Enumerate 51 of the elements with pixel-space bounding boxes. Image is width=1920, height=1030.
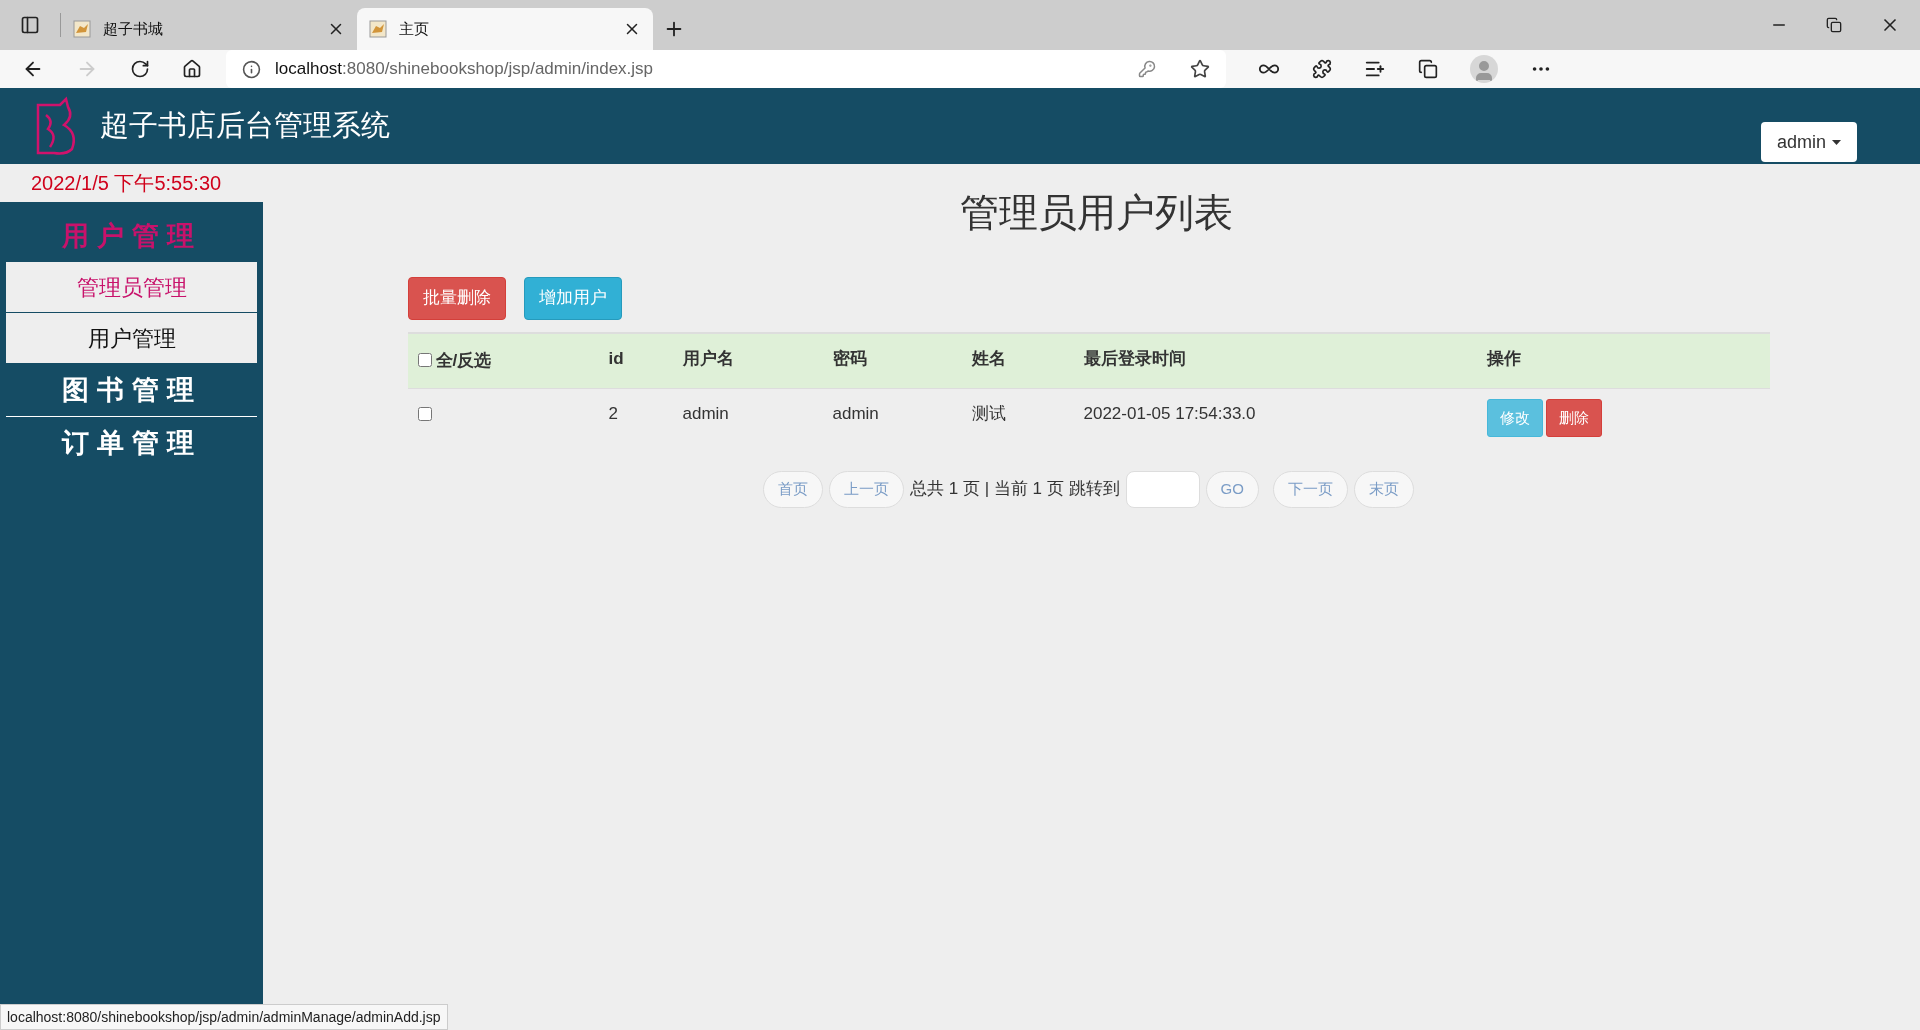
column-header: 姓名 bbox=[971, 348, 1006, 368]
sidebar-section[interactable]: 订单管理 bbox=[6, 417, 257, 469]
avatar-icon[interactable] bbox=[1470, 55, 1498, 83]
pagination-button[interactable]: 末页 bbox=[1353, 470, 1414, 508]
column-header: 用户名 bbox=[682, 348, 734, 368]
row-action-button[interactable]: 删除 bbox=[1545, 399, 1602, 437]
refresh-icon[interactable] bbox=[130, 59, 150, 79]
url-text: localhost:8080/shinebookshop/jsp/admin/index.jsp bbox=[275, 58, 655, 81]
table-cell: admin bbox=[832, 404, 879, 423]
row-action-button[interactable]: 修改 bbox=[1486, 399, 1543, 437]
select-all-checkbox[interactable] bbox=[417, 352, 432, 367]
sidebar-item[interactable]: 管理员管理 bbox=[6, 262, 257, 312]
status-bar: localhost:8080/shinebookshop/jsp/admin/adminManage/adminAdd.jsp bbox=[0, 1004, 448, 1030]
tab-title: 主页 bbox=[399, 18, 430, 39]
pagination-button[interactable]: 下一页 bbox=[1272, 470, 1348, 508]
table-cell: admin bbox=[682, 404, 729, 423]
address-field[interactable]: localhost:8080/shinebookshop/jsp/admin/index.jsp bbox=[226, 50, 1226, 88]
go-button[interactable]: GO bbox=[1205, 470, 1259, 508]
pagination-summary: 总共 1 页 | 当前 1 页 跳转到 bbox=[910, 478, 1120, 501]
pagination-button[interactable]: 上一页 bbox=[829, 470, 905, 508]
home-icon[interactable] bbox=[182, 59, 202, 79]
action-button[interactable]: 批量删除 bbox=[407, 276, 506, 320]
tab-actions-icon[interactable] bbox=[20, 15, 40, 35]
sidebar-section[interactable]: 图书管理 bbox=[6, 364, 257, 416]
page-title: 管理员用户列表 bbox=[960, 190, 1233, 236]
column-header: 操作 bbox=[1486, 348, 1521, 368]
column-header: id bbox=[608, 348, 624, 368]
datetime-text: 2022/1/5 下午5:55:30 bbox=[31, 171, 222, 196]
user-menu-button[interactable]: admin bbox=[1760, 122, 1857, 162]
tab-title: 超子书城 bbox=[103, 18, 164, 39]
info-icon[interactable] bbox=[242, 59, 261, 79]
add-favorite-icon[interactable] bbox=[1190, 59, 1210, 79]
column-header: 最后登录时间 bbox=[1083, 348, 1186, 368]
column-header: 密码 bbox=[832, 348, 867, 368]
table-cell: 2022-01-05 17:54:33.0 bbox=[1083, 404, 1256, 423]
pagination-button[interactable]: 首页 bbox=[763, 470, 824, 508]
table-cell: 测试 bbox=[971, 404, 1006, 423]
collections-icon[interactable] bbox=[1418, 59, 1438, 79]
sidebar-item[interactable]: 用户管理 bbox=[6, 313, 257, 363]
key-icon[interactable] bbox=[1138, 60, 1156, 78]
row-checkbox[interactable] bbox=[417, 407, 432, 421]
page-jump-field[interactable] bbox=[1125, 470, 1200, 508]
caret-icon bbox=[1832, 139, 1841, 145]
table-cell: 2 bbox=[608, 404, 618, 423]
select-all-label: 全/反选 bbox=[435, 350, 492, 372]
app-title: 超子书店后台管理系统 bbox=[100, 108, 390, 144]
extensions-icon[interactable] bbox=[1312, 59, 1332, 79]
browser-tab[interactable]: 超子书城 bbox=[61, 8, 357, 50]
action-button[interactable]: 增加用户 bbox=[523, 276, 622, 320]
restore-icon[interactable] bbox=[1826, 17, 1842, 33]
browser-tab[interactable]: 主页 bbox=[357, 8, 653, 50]
